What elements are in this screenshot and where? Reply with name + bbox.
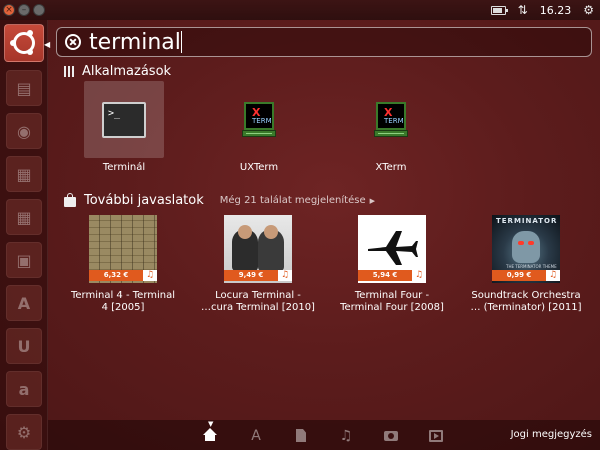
- music-lens-icon[interactable]: ♫: [338, 428, 354, 444]
- launcher-item-ubuntu-one[interactable]: U: [6, 328, 42, 364]
- app-result-terminal[interactable]: >_ Terminál: [84, 81, 164, 173]
- app-icon-wrap: X TERM: [219, 81, 299, 158]
- dash-search-box[interactable]: terminal: [56, 27, 592, 57]
- launcher-active-arrow-icon: ◀: [44, 40, 51, 49]
- terminal-icon: >_: [102, 101, 146, 138]
- price-badge: 0,99 €: [492, 270, 546, 281]
- home-lens-icon[interactable]: [203, 428, 219, 444]
- album-cover: TERMINATOR THE TERMINATOR THEME 0,99 € ♫: [492, 215, 560, 283]
- music-label: Terminal Four - Terminal Four [2008]: [340, 290, 444, 313]
- window-controls: × –: [3, 4, 45, 16]
- search-input[interactable]: terminal: [89, 30, 181, 55]
- price-badge: 5,94 €: [358, 270, 412, 281]
- ubuntu-logo-icon: [10, 30, 35, 55]
- applications-header-label: Alkalmazások: [82, 64, 172, 79]
- music-result-2[interactable]: 9,49 € ♫ Locura Terminal - …cura Termina…: [188, 215, 328, 314]
- launcher-item-amazon[interactable]: a: [6, 371, 42, 407]
- app-label: UXTerm: [239, 162, 279, 173]
- launcher-item-files[interactable]: ▤: [6, 70, 42, 106]
- app-label: XTerm: [375, 162, 407, 173]
- launcher-item-writer[interactable]: ▦: [6, 156, 42, 192]
- photos-lens-icon[interactable]: [383, 428, 399, 444]
- suggestions-header-label: További javaslatok: [84, 193, 204, 208]
- launcher-item-software-center[interactable]: A: [6, 285, 42, 321]
- close-window-button[interactable]: ×: [3, 4, 15, 16]
- network-icon[interactable]: ⇅: [518, 3, 528, 17]
- launcher-item-settings[interactable]: ⚙: [6, 414, 42, 450]
- applications-category-icon: [64, 66, 74, 77]
- settings-icon[interactable]: ⚙: [583, 3, 594, 17]
- text-cursor: [180, 31, 182, 53]
- music-note-icon: ♫: [278, 270, 292, 281]
- indicator-area: ⇅ 16.23 ⚙: [490, 0, 594, 20]
- show-more-results-link[interactable]: Még 21 találat megjelenítése ▶: [220, 195, 375, 206]
- files-lens-icon[interactable]: [293, 428, 309, 444]
- shopping-bag-icon: [64, 192, 76, 207]
- album-cover: 6,32 € ♫: [89, 215, 157, 283]
- price-badge: 9,49 €: [224, 270, 278, 281]
- music-note-icon: ♫: [412, 270, 426, 281]
- music-label: Soundtrack Orchestra … (Terminator) [201…: [470, 290, 582, 313]
- video-lens-icon[interactable]: [428, 428, 444, 444]
- lens-bar: ▼ A ♫ Jogi megjegyzés: [48, 420, 600, 450]
- dash-home-button[interactable]: [4, 24, 44, 62]
- app-label: Terminál: [102, 162, 146, 173]
- album-cover: 5,94 € ♫: [358, 215, 426, 283]
- app-icon-wrap: >_: [84, 81, 164, 158]
- music-result-4[interactable]: TERMINATOR THE TERMINATOR THEME 0,99 € ♫…: [456, 215, 596, 314]
- music-note-icon: ♫: [546, 270, 560, 281]
- minimize-window-button[interactable]: –: [18, 4, 30, 16]
- clear-search-icon[interactable]: [65, 34, 81, 50]
- launcher: ◀ ▤ ◉ ▦ ▦ ▣ A U a ⚙: [0, 20, 51, 450]
- app-icon-wrap: X TERM: [351, 81, 431, 158]
- music-label: Terminal 4 - Terminal 4 [2005]: [70, 290, 176, 313]
- xterm-icon: X TERM: [374, 101, 408, 138]
- music-result-1[interactable]: 6,32 € ♫ Terminal 4 - Terminal 4 [2005]: [53, 215, 193, 314]
- battery-icon[interactable]: [490, 5, 508, 15]
- active-lens-indicator-icon: ▼: [208, 420, 214, 428]
- music-result-3[interactable]: 5,94 € ♫ Terminal Four - Terminal Four […: [322, 215, 462, 314]
- xterm-icon: X TERM: [242, 101, 276, 138]
- maximize-window-button[interactable]: [33, 4, 45, 16]
- app-result-uxterm[interactable]: X TERM UXTerm: [219, 81, 299, 173]
- legal-notice-link[interactable]: Jogi megjegyzés: [511, 429, 592, 440]
- album-cover: 9,49 € ♫: [224, 215, 292, 283]
- applications-lens-icon[interactable]: A: [248, 428, 264, 444]
- top-panel: × – ⇅ 16.23 ⚙: [0, 0, 600, 20]
- app-result-xterm[interactable]: X TERM XTerm: [351, 81, 431, 173]
- applications-header[interactable]: Alkalmazások: [64, 64, 171, 79]
- airplane-icon: [368, 231, 418, 265]
- clock[interactable]: 16.23: [540, 4, 572, 17]
- launcher-item-calc[interactable]: ▦: [6, 199, 42, 235]
- price-badge: 6,32 €: [89, 270, 143, 281]
- suggestions-header[interactable]: További javaslatok Még 21 találat megjel…: [64, 192, 375, 208]
- launcher-item-firefox[interactable]: ◉: [6, 113, 42, 149]
- music-note-icon: ♫: [143, 270, 157, 281]
- music-label: Locura Terminal - …cura Terminal [2010]: [201, 290, 315, 313]
- launcher-item-impress[interactable]: ▣: [6, 242, 42, 278]
